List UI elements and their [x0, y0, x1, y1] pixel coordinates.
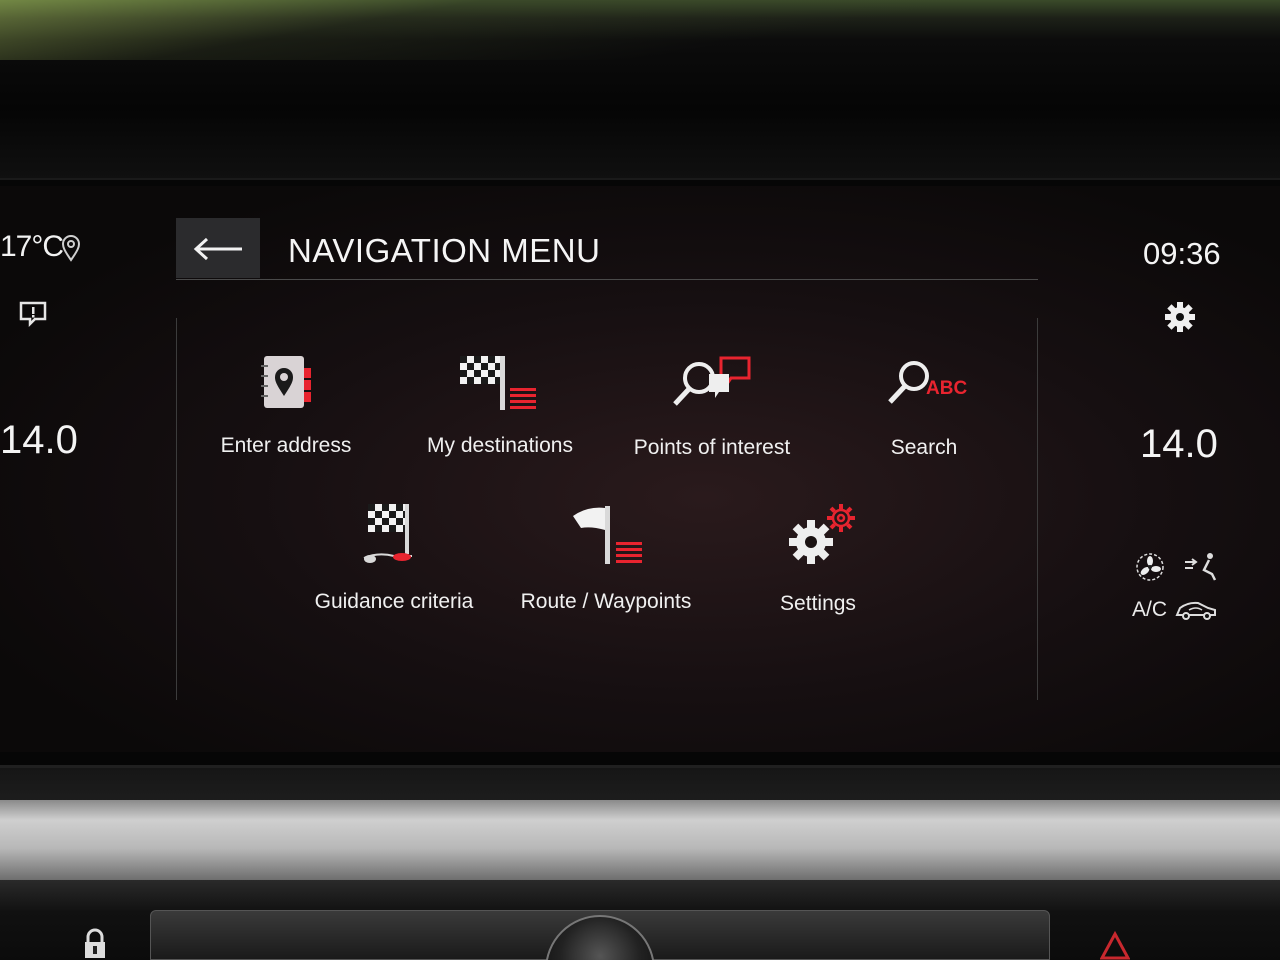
menu-item-label: Guidance criteria: [314, 590, 474, 613]
menu-item-points-of-interest[interactable]: Points of interest: [617, 352, 807, 482]
menu-item-enter-address[interactable]: Enter address: [191, 352, 381, 482]
checkered-flag-list-icon: [455, 352, 545, 421]
menu-item-my-destinations[interactable]: My destinations: [405, 352, 595, 482]
search-abc-badge: ABC: [926, 378, 968, 399]
seat-airflow-icon[interactable]: [1182, 550, 1218, 582]
left-temperature-setting[interactable]: 14.0: [0, 418, 78, 463]
menu-item-label: Route / Waypoints: [520, 590, 692, 613]
fan-icon[interactable]: [1134, 552, 1166, 582]
menu-item-label: Search: [890, 436, 958, 459]
menu-item-label: Enter address: [220, 434, 352, 457]
car-recirculation-icon[interactable]: [1174, 598, 1218, 622]
ac-button[interactable]: A/C: [1132, 598, 1167, 622]
address-book-pin-icon: [256, 352, 316, 421]
route-flag-list-icon: [561, 502, 651, 577]
hazard-icon[interactable]: [1099, 930, 1131, 960]
menu-item-label: Points of interest: [633, 436, 791, 459]
menu-item-settings[interactable]: Settings: [723, 502, 913, 632]
menu-item-search[interactable]: ABC Search: [829, 352, 1019, 482]
menu-item-label: My destinations: [427, 434, 573, 457]
guidance-flag-icon: [354, 502, 434, 577]
right-temperature-setting[interactable]: 14.0: [1140, 422, 1218, 467]
outside-temperature: 17°C: [0, 230, 64, 263]
gears-icon: [773, 502, 863, 577]
back-button[interactable]: [176, 218, 260, 278]
windshield-reflection: [0, 0, 1280, 60]
navigation-menu-panel: NAVIGATION MENU Enter address My destina…: [176, 218, 1038, 700]
menu-grid: Enter address My destinations Points of …: [176, 318, 1038, 700]
search-abc-icon: ABC: [882, 352, 968, 416]
back-arrow-icon: [193, 237, 242, 261]
message-alert-icon[interactable]: [18, 300, 48, 328]
lock-icon[interactable]: [80, 928, 110, 960]
menu-item-guidance-criteria[interactable]: Guidance criteria: [299, 502, 489, 632]
location-pin-icon[interactable]: [60, 234, 82, 262]
poi-search-icon: [667, 352, 757, 421]
page-title: NAVIGATION MENU: [288, 232, 601, 269]
chrome-trim: [0, 800, 1280, 880]
header-bar: NAVIGATION MENU: [176, 218, 1038, 280]
menu-item-label: Settings: [780, 592, 856, 615]
gear-icon[interactable]: [1163, 300, 1197, 334]
menu-item-route-waypoints[interactable]: Route / Waypoints: [511, 502, 701, 632]
clock: 09:36: [1143, 236, 1221, 271]
